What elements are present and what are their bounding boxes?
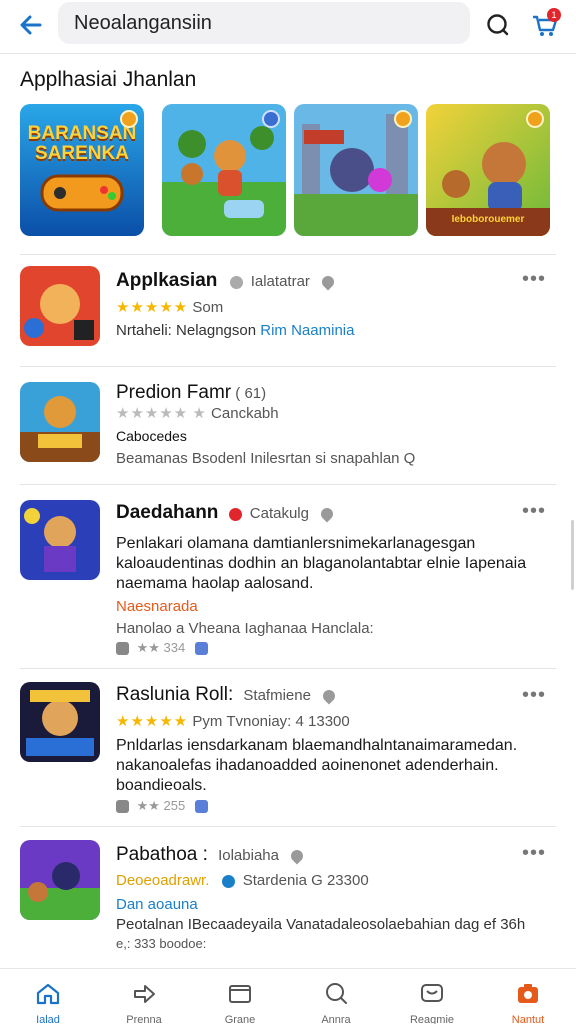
rating-stars: ★★★★★ — [116, 405, 189, 422]
featured-card[interactable]: Ieboborouemer — [426, 104, 550, 236]
nav-item-library[interactable]: Grane — [192, 969, 288, 1024]
item-title: Pabathoa : — [116, 844, 208, 865]
item-publisher: Stafmiene — [243, 687, 311, 704]
featured-card[interactable] — [162, 104, 286, 236]
app-icon — [20, 840, 100, 920]
item-stats: ★★ 334 — [136, 640, 186, 655]
chat-icon — [421, 984, 443, 1002]
user-icon — [229, 275, 243, 289]
location-icon — [319, 273, 337, 291]
info-icon — [194, 800, 208, 814]
nav-item-account[interactable]: Nantut — [480, 969, 576, 1024]
item-publisher: Ialatatrar — [250, 273, 310, 290]
list-item[interactable]: Raslunia Roll: Stafmiene ••• ★★★★★ Pym T… — [0, 678, 576, 824]
nav-label: Annra — [321, 1014, 351, 1024]
folder-icon — [229, 985, 251, 1003]
featured-card[interactable] — [294, 104, 418, 236]
nav-label: Nantut — [511, 1014, 545, 1024]
item-description: Pnldarlas iensdarkanam blaemandhalntanai… — [116, 737, 518, 794]
nav-label: Ialad — [36, 1014, 60, 1024]
location-icon — [318, 505, 336, 523]
item-title: Raslunia Roll: — [116, 684, 234, 705]
featured-badge-icon — [120, 110, 138, 128]
item-title: Daedahann — [116, 502, 219, 523]
star-icon: ★ — [192, 405, 207, 422]
divider — [20, 366, 556, 367]
nav-label: Reagmie — [409, 1014, 455, 1024]
more-options-icon[interactable]: ••• — [522, 500, 546, 523]
more-options-icon[interactable]: ••• — [522, 684, 546, 707]
top-bar: Neoalangansiin 1 — [0, 0, 576, 54]
verified-icon — [221, 874, 235, 888]
nav-label: Grane — [224, 1014, 256, 1024]
divider — [20, 826, 556, 827]
featured-carousel: BARANSAN SARENKA Ieboborouemer — [20, 104, 560, 238]
item-meta: Hanolao a Vheana Iaghanaa Hanclala: — [116, 620, 374, 637]
bottom-navigation: Ialad Prenna Grane Annra Reagmie Nantut — [0, 968, 576, 1024]
featured-title: Ieboborouemer — [451, 214, 525, 225]
item-stats: ★★ 255 — [136, 798, 186, 813]
rating-stars: ★★★★★ — [116, 299, 189, 316]
publisher-icon — [228, 507, 242, 521]
item-publisher: Iolabiaha — [218, 847, 279, 864]
location-icon — [288, 847, 306, 865]
item-title-suffix: ( 61) — [235, 385, 267, 402]
featured-card[interactable]: BARANSAN SARENKA — [20, 104, 144, 236]
rating-text: Pym Tvnoniay: 4 13300 — [192, 713, 350, 730]
search-icon — [326, 983, 347, 1004]
rating-text: Stardenia G 23300 — [242, 872, 369, 889]
location-icon — [320, 687, 338, 705]
list-item[interactable]: Daedahann Catakulg ••• Penlakari olamana… — [0, 494, 576, 664]
lock-icon — [116, 642, 129, 656]
nav-item-share[interactable]: Prenna — [96, 969, 192, 1024]
item-link[interactable]: Rim Naaminia — [260, 322, 354, 339]
item-meta: Nrtaheli: Nelagngson — [116, 322, 257, 339]
rating-text: Canckabh — [211, 405, 279, 422]
nav-item-messages[interactable]: Reagmie — [384, 969, 480, 1024]
cart-badge: 1 — [547, 8, 561, 22]
featured-badge-icon — [526, 110, 544, 128]
nav-item-home[interactable]: Ialad — [0, 969, 96, 1024]
item-tag: Naesnarada — [116, 598, 198, 615]
featured-title: BARANSAN SARENKA — [27, 123, 137, 164]
search-input[interactable]: Neoalangansiin — [58, 2, 470, 44]
app-icon — [20, 382, 100, 462]
app-icon — [20, 266, 100, 346]
scrollbar[interactable] — [571, 520, 574, 590]
item-title: Predion Famr — [116, 382, 232, 403]
rating-stars: ★★★★★ — [116, 713, 189, 730]
list-item[interactable]: Applkasian Ialatatrar ••• ★★★★★ Som Nrta… — [0, 262, 576, 362]
camera-icon — [518, 984, 538, 1003]
list-item[interactable]: Pabathoa : Iolabiaha ••• Deoeoadrawr. St… — [0, 836, 576, 962]
item-meta-secondary: e,: 333 boodoe: — [116, 936, 207, 951]
item-meta: Peotalnan IBecaadeyaila Vanatadaleosolae… — [116, 916, 526, 933]
more-options-icon[interactable]: ••• — [522, 268, 546, 291]
search-icon[interactable] — [482, 10, 512, 40]
rating-label: Deoeoadrawr. — [116, 872, 210, 889]
nav-item-search[interactable]: Annra — [288, 969, 384, 1024]
item-subtitle: Cabocedes — [116, 428, 187, 444]
item-description: Penlakari olamana damtianlersnimekarlana… — [116, 535, 527, 592]
more-options-icon[interactable]: ••• — [522, 842, 546, 865]
item-publisher: Catakulg — [249, 505, 309, 522]
nav-label: Prenna — [126, 1014, 162, 1024]
item-tag: Dan aoauna — [116, 896, 198, 913]
divider — [20, 668, 556, 669]
app-icon — [20, 500, 100, 580]
divider — [20, 254, 556, 255]
app-icon — [20, 682, 100, 762]
list-item[interactable]: Predion Famr ( 61) ★★★★★ ★ Canckabh Cabo… — [0, 376, 576, 480]
section-title: Applhasiai Jhanlan — [20, 68, 197, 91]
item-meta: Beamanas Bsodenl Inilesrtan si snapahlan… — [116, 450, 416, 467]
featured-badge-icon — [262, 110, 280, 128]
rating-text: Som — [192, 299, 224, 316]
item-title: Applkasian — [116, 270, 218, 291]
divider — [20, 484, 556, 485]
share-icon — [134, 985, 155, 1003]
home-icon — [36, 983, 60, 1005]
lock-icon — [116, 800, 129, 814]
info-icon — [194, 642, 208, 656]
featured-badge-icon — [394, 110, 412, 128]
back-arrow-icon[interactable] — [16, 10, 46, 40]
